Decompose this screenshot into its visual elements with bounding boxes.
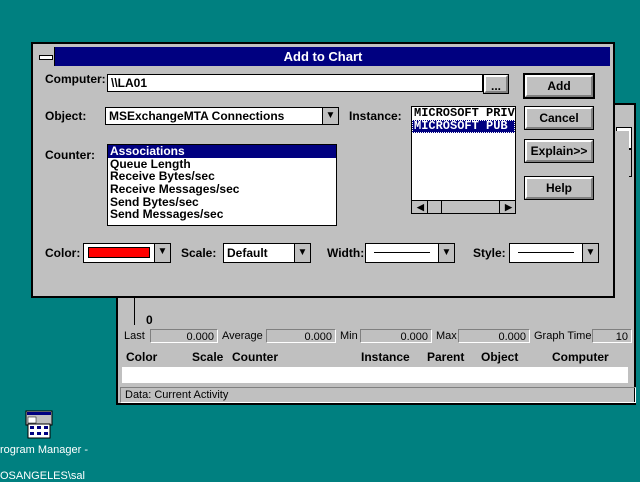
stats-bar: Last 0.000 Average 0.000 Min 0.000 Max 0… — [120, 327, 632, 347]
counter-list[interactable]: Associations Queue Length Receive Bytes/… — [107, 144, 337, 226]
legend-col-scale: Scale — [192, 350, 224, 364]
min-label: Min — [340, 330, 358, 342]
instance-list[interactable]: MICROSOFT PRIV MICROSOFT PUB ◀ ▶ — [411, 106, 516, 214]
add-button[interactable]: Add — [523, 73, 595, 99]
legend-col-computer: Computer — [552, 350, 609, 364]
list-item[interactable]: MICROSOFT PRIV — [412, 107, 515, 120]
system-menu-icon[interactable] — [36, 47, 55, 66]
average-label: Average — [222, 330, 263, 342]
width-label: Width: — [327, 246, 365, 260]
chevron-down-icon[interactable]: ▼ — [154, 244, 170, 262]
counter-label: Counter: — [45, 148, 95, 162]
legend-list[interactable] — [122, 367, 628, 383]
chevron-down-icon[interactable]: ▼ — [294, 244, 310, 262]
dialog-titlebar[interactable]: Add to Chart — [36, 47, 610, 66]
style-dropdown[interactable]: ▼ — [509, 243, 599, 263]
scroll-right-icon[interactable]: ▶ — [499, 201, 515, 213]
graph-time-value: 10 — [592, 329, 632, 343]
min-value: 0.000 — [360, 329, 432, 343]
chevron-down-icon[interactable]: ▼ — [322, 108, 338, 124]
last-value: 0.000 — [150, 329, 218, 343]
legend-col-parent: Parent — [427, 350, 465, 364]
scroll-thumb[interactable] — [428, 201, 442, 213]
style-label: Style: — [473, 246, 506, 260]
object-label: Object: — [45, 109, 87, 123]
horizontal-scrollbar[interactable]: ◀ ▶ — [412, 200, 515, 213]
list-item[interactable]: Receive Messages/sec — [108, 183, 336, 196]
legend-col-instance: Instance — [361, 350, 410, 364]
add-to-chart-dialog: Add to Chart Computer: \\LA01 ... Object… — [31, 42, 615, 298]
max-value: 0.000 — [458, 329, 530, 343]
explain-button[interactable]: Explain>> — [524, 139, 594, 163]
chevron-down-icon[interactable]: ▼ — [438, 244, 454, 262]
color-label: Color: — [45, 246, 81, 260]
dialog-title: Add to Chart — [283, 49, 363, 64]
graph-time-label: Graph Time — [534, 330, 592, 342]
computer-input[interactable]: \\LA01 — [107, 74, 483, 92]
average-value: 0.000 — [266, 329, 336, 343]
legend-col-counter: Counter — [232, 350, 278, 364]
object-dropdown[interactable]: MSExchangeMTA Connections ▼ — [105, 107, 339, 125]
list-item[interactable]: Send Messages/sec — [108, 208, 336, 221]
last-label: Last — [124, 330, 145, 342]
status-bar: Data: Current Activity — [120, 387, 636, 403]
scale-label: Scale: — [181, 246, 217, 260]
help-button[interactable]: Help — [524, 176, 594, 200]
list-item-selected[interactable]: Associations — [108, 145, 336, 158]
program-manager-icon[interactable] — [24, 410, 54, 440]
max-label: Max — [436, 330, 457, 342]
scale-dropdown[interactable]: Default ▼ — [223, 243, 311, 263]
scale-dropdown-value: Default — [227, 246, 268, 260]
legend-col-color: Color — [126, 350, 158, 364]
y-axis-zero-label: 0 — [146, 313, 153, 327]
line-width-preview — [374, 252, 430, 253]
program-manager-label: rogram Manager - — [0, 444, 89, 456]
instance-label: Instance: — [349, 109, 402, 123]
legend-header: Color Scale Counter Instance Parent Obje… — [120, 349, 632, 365]
computer-label: Computer: — [45, 72, 106, 86]
width-dropdown[interactable]: ▼ — [365, 243, 455, 263]
list-item-selected[interactable]: MICROSOFT PUB — [412, 120, 515, 133]
legend-col-object: Object — [481, 350, 519, 364]
scroll-left-icon[interactable]: ◀ — [412, 201, 428, 213]
chevron-down-icon[interactable]: ▼ — [582, 244, 598, 262]
color-dropdown[interactable]: ▼ — [83, 243, 171, 263]
color-swatch — [88, 247, 150, 258]
line-style-preview — [518, 252, 574, 253]
object-dropdown-value: MSExchangeMTA Connections — [109, 109, 285, 123]
program-manager-sublabel: OSANGELES\sal — [0, 470, 85, 482]
cancel-button[interactable]: Cancel — [524, 106, 594, 130]
browse-computers-button[interactable]: ... — [483, 74, 509, 94]
